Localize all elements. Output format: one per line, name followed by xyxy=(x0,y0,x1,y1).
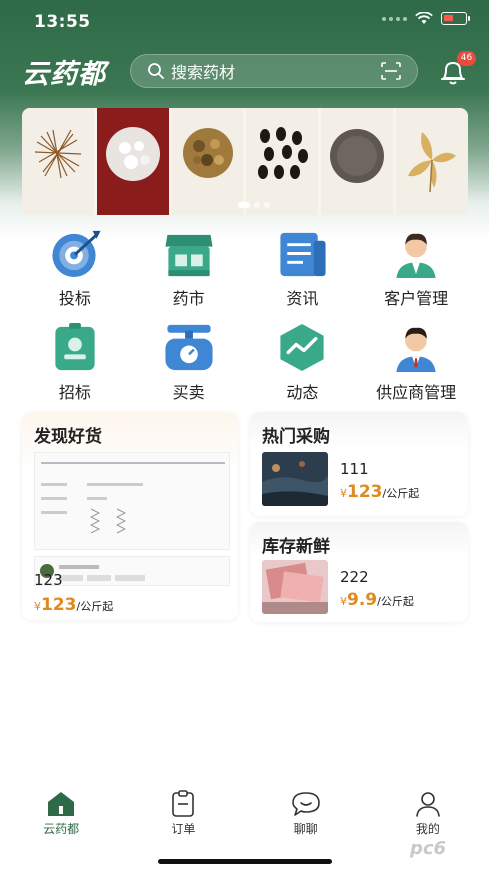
menu-item-bid[interactable]: 投标 xyxy=(18,227,132,309)
banner-herb-image xyxy=(246,108,322,215)
wifi-icon xyxy=(415,12,433,24)
person-icon xyxy=(396,233,436,279)
menu-item-label: 供应商管理 xyxy=(376,383,457,402)
profile-icon xyxy=(416,792,440,817)
menu-item-suppliers[interactable]: 供应商管理 xyxy=(359,321,473,403)
badge-icon xyxy=(55,322,95,371)
search-bar[interactable]: 搜索药材 xyxy=(130,54,418,88)
chat-icon xyxy=(291,792,320,816)
price-unit: /公斤起 xyxy=(377,595,414,608)
banner-herb-image xyxy=(22,108,97,215)
menu-item-label: 投标 xyxy=(58,289,91,308)
menu-item-label: 招标 xyxy=(58,383,91,402)
fresh-stock-name: 222 xyxy=(340,568,369,586)
fresh-stock-price: ¥9.9/公斤起 xyxy=(340,590,414,610)
hot-purchase-image xyxy=(262,452,328,506)
price-value: 9.9 xyxy=(347,590,378,610)
fresh-stock-image xyxy=(262,560,328,614)
manager-icon xyxy=(396,327,436,373)
banner-herb-image xyxy=(171,108,247,215)
discover-card[interactable]: 发现好货 123 ¥123/公斤起 xyxy=(22,412,238,620)
hot-purchase-name: 111 xyxy=(340,460,369,478)
feature-menu: 投标 药市 资讯 客户管理 招标 买卖 动态 供应商管理 xyxy=(18,227,473,403)
hot-purchase-title: 热门采购 xyxy=(262,427,330,447)
currency-symbol: ¥ xyxy=(34,600,41,613)
fresh-stock-card[interactable]: 库存新鲜 222 ¥9.9/公斤起 xyxy=(250,522,468,622)
tab-label: 聊聊 xyxy=(293,822,318,836)
discover-product-name: 123 xyxy=(34,571,63,589)
currency-symbol: ¥ xyxy=(340,487,347,500)
tab-orders[interactable]: 订单 xyxy=(122,790,244,840)
tab-label: 云药都 xyxy=(43,822,80,836)
menu-item-market[interactable]: 药市 xyxy=(132,227,246,309)
search-placeholder: 搜索药材 xyxy=(171,63,236,82)
discover-title: 发现好货 xyxy=(34,427,102,447)
menu-item-tender[interactable]: 招标 xyxy=(18,321,132,403)
discover-price: ¥123/公斤起 xyxy=(34,595,113,615)
tab-label: 我的 xyxy=(415,822,440,836)
menu-item-dynamics[interactable]: 动态 xyxy=(246,321,360,403)
scale-icon xyxy=(165,324,213,371)
fresh-stock-title: 库存新鲜 xyxy=(262,537,330,557)
shop-icon xyxy=(165,234,213,277)
status-time: 13:55 xyxy=(34,12,91,32)
menu-item-customers[interactable]: 客户管理 xyxy=(359,227,473,309)
price-value: 123 xyxy=(41,595,77,615)
bottom-tab-bar: 云药都 订单 聊聊 我的 xyxy=(0,790,489,840)
brand-logo: 云药都 xyxy=(22,59,106,90)
banner-pager xyxy=(238,202,270,208)
menu-item-label: 动态 xyxy=(286,383,319,402)
banner-herb-image xyxy=(96,108,172,215)
currency-symbol: ¥ xyxy=(340,595,347,608)
price-unit: /公斤起 xyxy=(76,600,114,613)
order-icon xyxy=(172,790,195,817)
banner-herb-image xyxy=(396,108,468,215)
status-indicators xyxy=(382,12,470,25)
menu-item-label: 药市 xyxy=(172,289,205,308)
home-indicator[interactable] xyxy=(158,859,332,864)
watermark-logo: pc6 xyxy=(410,838,447,859)
menu-item-label: 买卖 xyxy=(172,383,205,402)
signal-icon xyxy=(382,16,407,21)
tab-chat[interactable]: 聊聊 xyxy=(245,790,367,840)
price-value: 123 xyxy=(347,482,383,502)
menu-item-trade[interactable]: 买卖 xyxy=(132,321,246,403)
search-icon xyxy=(148,63,164,79)
home-icon xyxy=(48,792,75,816)
news-icon xyxy=(280,232,326,277)
discover-product-image-2 xyxy=(34,556,230,586)
trend-icon xyxy=(280,323,324,372)
price-unit: /公斤起 xyxy=(382,487,420,500)
hot-purchase-card[interactable]: 热门采购 111 ¥123/公斤起 xyxy=(250,412,468,516)
tab-label: 订单 xyxy=(171,822,196,836)
scan-icon[interactable] xyxy=(381,62,401,80)
menu-item-label: 客户管理 xyxy=(384,289,449,308)
menu-item-news[interactable]: 资讯 xyxy=(246,227,360,309)
banner-herb-image xyxy=(321,108,397,215)
tab-home[interactable]: 云药都 xyxy=(0,790,122,840)
hot-purchase-price: ¥123/公斤起 xyxy=(340,482,419,502)
status-bar: 13:55 xyxy=(0,0,489,44)
discover-product-image xyxy=(34,452,230,550)
tab-profile[interactable]: 我的 xyxy=(367,790,489,840)
target-icon xyxy=(52,230,101,278)
banner-carousel[interactable] xyxy=(22,108,468,215)
menu-item-label: 资讯 xyxy=(286,289,319,308)
battery-icon xyxy=(441,12,470,25)
notification-badge: 46 xyxy=(457,51,476,66)
